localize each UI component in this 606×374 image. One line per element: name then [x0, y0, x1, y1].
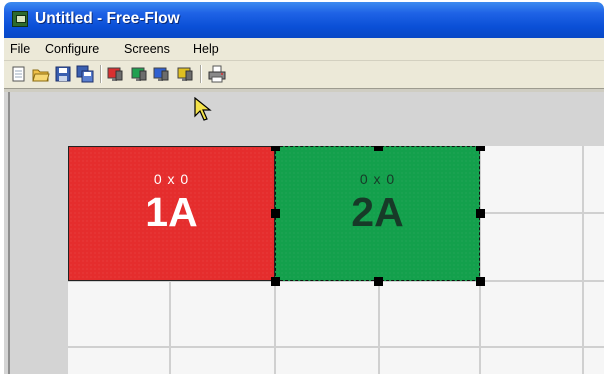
- app-window: Untitled - Free-Flow File Configure Scre…: [4, 2, 604, 374]
- yellow-screen-icon[interactable]: [176, 65, 194, 83]
- mouse-cursor-icon: [194, 96, 216, 123]
- grid-line: [582, 146, 584, 374]
- menu-screens[interactable]: Screens: [124, 42, 170, 56]
- resize-handle-top-right[interactable]: [476, 146, 485, 151]
- workspace-left-edge: [8, 92, 10, 374]
- menu-help[interactable]: Help: [193, 42, 219, 56]
- toolbar-separator: [200, 65, 202, 83]
- green-screen-icon[interactable]: [130, 65, 148, 83]
- resize-handle-bottom-right[interactable]: [476, 277, 485, 286]
- open-folder-icon[interactable]: [32, 65, 50, 83]
- resize-handle-left[interactable]: [271, 209, 280, 218]
- grid-line: [68, 346, 604, 348]
- window-title: Untitled - Free-Flow: [35, 10, 180, 27]
- screen-resolution: 0 x 0: [359, 171, 396, 187]
- print-icon[interactable]: [208, 65, 226, 83]
- screen-id: 2A: [351, 189, 404, 235]
- resize-handle-bottom[interactable]: [374, 277, 383, 286]
- resize-handle-top[interactable]: [374, 146, 383, 151]
- resize-handle-top-left[interactable]: [271, 146, 280, 151]
- menu-configure[interactable]: Configure: [45, 42, 99, 56]
- toolbar: [4, 61, 604, 87]
- screen-2a[interactable]: 0 x 0 2A: [275, 146, 480, 281]
- resize-handle-right[interactable]: [476, 209, 485, 218]
- save-as-icon[interactable]: [76, 65, 94, 83]
- menu-bar: File Configure Screens Help: [4, 38, 604, 61]
- resize-handle-bottom-left[interactable]: [271, 277, 280, 286]
- menu-file[interactable]: File: [10, 42, 30, 56]
- screen-resolution: 0 x 0: [153, 171, 190, 187]
- red-screen-icon[interactable]: [106, 65, 124, 83]
- toolbar-separator: [100, 65, 102, 83]
- screen-id: 1A: [145, 189, 198, 235]
- screen-canvas[interactable]: 0 x 0 1A 0 x 0 2A: [68, 146, 604, 374]
- title-bar[interactable]: Untitled - Free-Flow: [4, 2, 604, 38]
- workspace[interactable]: 0 x 0 1A 0 x 0 2A: [4, 92, 604, 374]
- app-icon[interactable]: [12, 11, 28, 27]
- blue-screen-icon[interactable]: [152, 65, 170, 83]
- save-icon[interactable]: [54, 65, 72, 83]
- screen-1a[interactable]: 0 x 0 1A: [68, 146, 275, 281]
- new-icon[interactable]: [10, 65, 28, 83]
